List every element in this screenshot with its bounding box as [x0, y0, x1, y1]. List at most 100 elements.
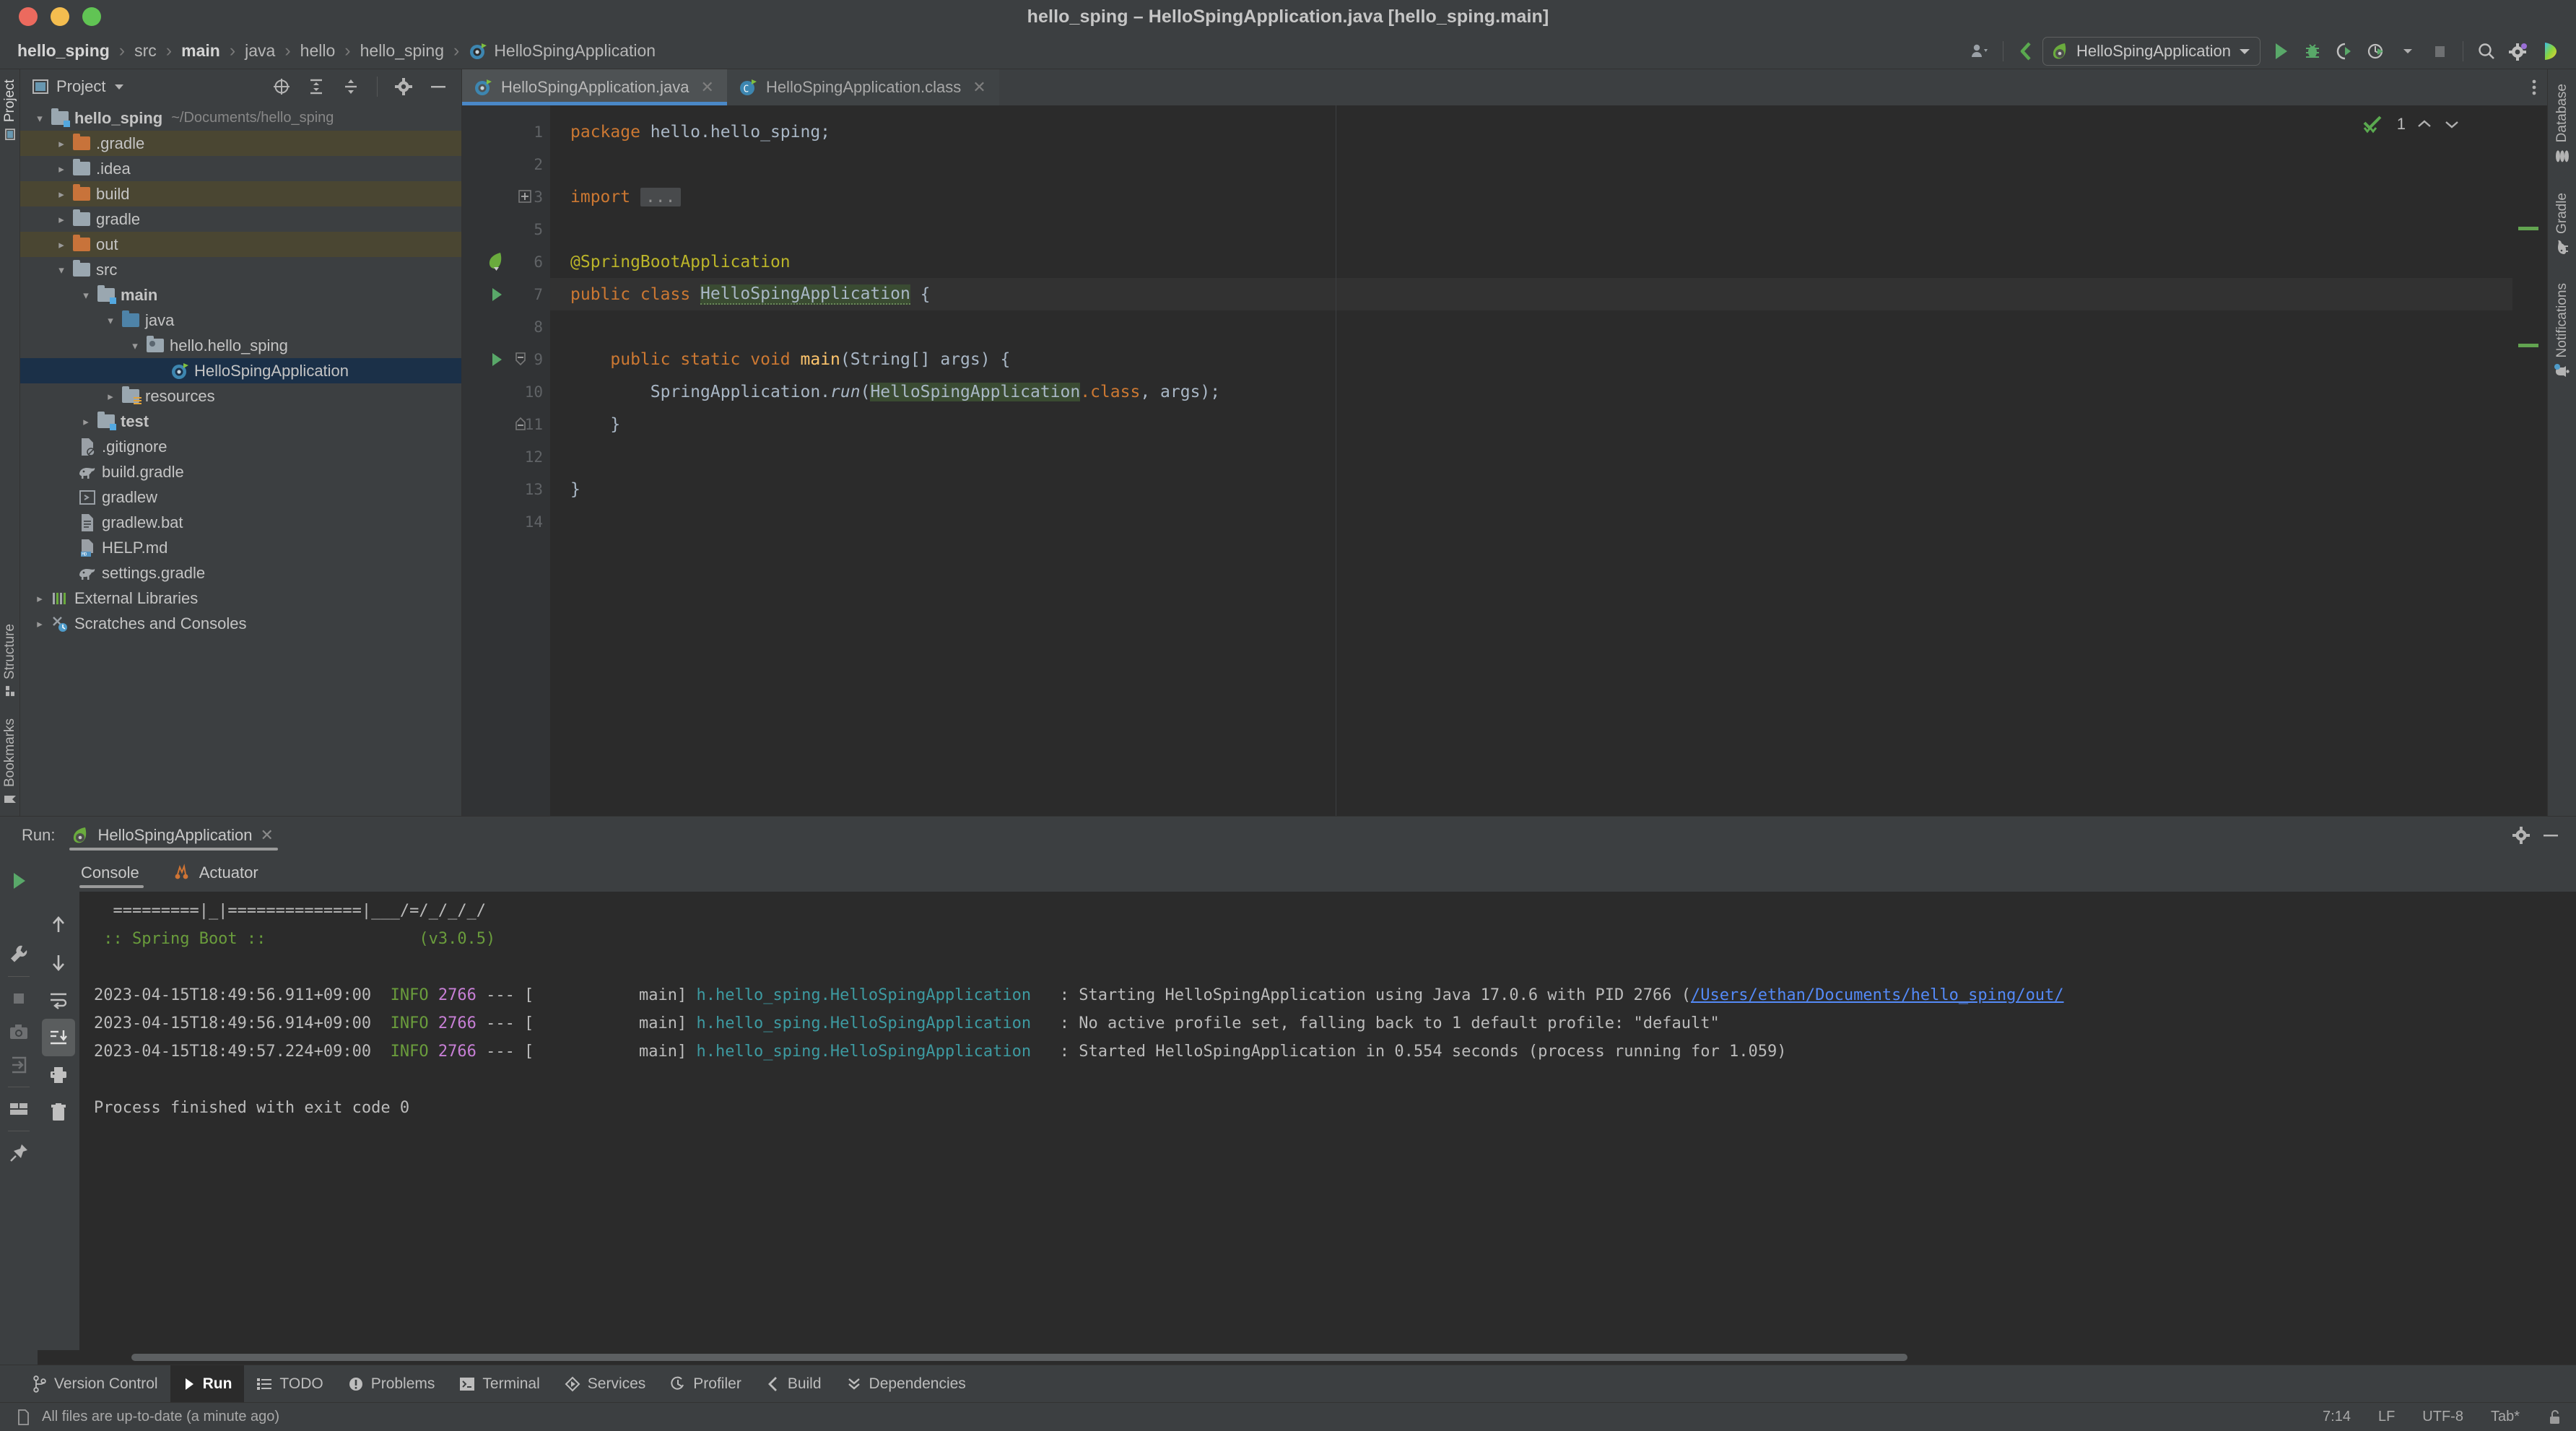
sidebar-item-database[interactable]: Database [2554, 84, 2570, 164]
settings-gear-icon[interactable] [2511, 825, 2531, 845]
indent-setting[interactable]: Tab* [2491, 1409, 2520, 1425]
tool-window-todo[interactable]: TODO [244, 1365, 335, 1403]
inspection-widget[interactable]: 1 [2362, 114, 2460, 134]
select-opened-file-icon[interactable] [266, 72, 297, 101]
pin-icon[interactable] [3, 1136, 35, 1170]
chevron-down-icon[interactable]: ▾ [101, 314, 120, 327]
scroll-to-end-icon[interactable] [42, 1019, 75, 1056]
search-icon[interactable] [2471, 37, 2502, 66]
chevron-right-icon[interactable]: ▸ [52, 213, 71, 226]
export-icon[interactable] [3, 1048, 35, 1082]
chevron-right-icon[interactable]: ▸ [30, 617, 49, 630]
tree-row-external-libraries[interactable]: ▸ External Libraries [20, 586, 461, 611]
tree-row-scratches[interactable]: ▸ Scratches and Consoles [20, 611, 461, 636]
tree-row-help-md[interactable]: MD HELP.md [20, 535, 461, 560]
chevron-right-icon[interactable]: ▸ [52, 162, 71, 175]
clear-all-icon[interactable] [42, 1094, 75, 1131]
breadcrumb-item-1[interactable]: src [133, 41, 158, 61]
rerun-icon[interactable] [3, 864, 35, 897]
stop-icon[interactable] [2424, 37, 2455, 66]
tab-actuator[interactable]: Actuator [170, 854, 264, 892]
breadcrumb-item-2[interactable]: main [180, 41, 222, 61]
chevron-right-icon[interactable]: ▸ [52, 238, 71, 251]
settings-icon[interactable] [2502, 37, 2534, 66]
tree-row-java[interactable]: ▾ java [20, 308, 461, 333]
console-link[interactable]: /Users/ethan/Documents/hello_sping/out/ [1691, 986, 2064, 1004]
breadcrumb-item-5[interactable]: hello_sping [359, 41, 445, 61]
editor-gutter[interactable]: 1 2 3 5 6 7 8 9 10 11 12 13 14 [462, 105, 550, 816]
tree-row-gradlew-bat[interactable]: gradlew.bat [20, 510, 461, 535]
updates-icon[interactable] [2011, 37, 2042, 66]
project-tree[interactable]: ▾ hello_sping ~/Documents/hello_sping ▸ … [20, 104, 461, 816]
breadcrumb-item-3[interactable]: java [243, 41, 277, 61]
account-icon[interactable] [1964, 37, 1996, 66]
print-icon[interactable] [42, 1056, 75, 1094]
tree-row-gradle-hidden[interactable]: ▸ .gradle [20, 131, 461, 156]
error-stripe[interactable] [2512, 105, 2547, 816]
stop-icon[interactable] [3, 982, 35, 1015]
fold-collapse-icon[interactable] [514, 352, 527, 366]
scrollbar-thumb[interactable] [131, 1354, 1907, 1361]
fold-expand-icon[interactable] [518, 190, 531, 203]
tree-row-gradlew[interactable]: gradlew [20, 484, 461, 510]
chevron-right-icon[interactable]: ▸ [52, 188, 71, 201]
tab-HelloSpingApplication-java[interactable]: HelloSpingApplication.java ✕ [462, 69, 727, 105]
tree-row-test[interactable]: ▸ test [20, 409, 461, 434]
chevron-down-icon[interactable]: ▾ [126, 339, 144, 352]
spring-bean-gutter-icon[interactable] [487, 251, 507, 273]
tree-row-settings-gradle[interactable]: settings.gradle [20, 560, 461, 586]
tree-row-build[interactable]: ▸ build [20, 181, 461, 206]
ai-assistant-icon[interactable] [2534, 37, 2566, 66]
scroll-down-icon[interactable] [42, 944, 75, 981]
expand-all-icon[interactable] [300, 72, 332, 101]
tool-window-profiler[interactable]: Profiler [658, 1365, 754, 1403]
chevron-down-icon[interactable] [2238, 47, 2251, 56]
folded-import-placeholder[interactable]: ... [640, 187, 681, 206]
run-gutter-icon[interactable] [489, 287, 504, 303]
wrench-icon[interactable] [3, 938, 35, 971]
tree-row-resources[interactable]: ▸ resources [20, 383, 461, 409]
tree-row-gitignore[interactable]: .gitignore [20, 434, 461, 459]
tool-window-build[interactable]: Build [754, 1365, 834, 1403]
tree-row-gradle[interactable]: ▸ gradle [20, 206, 461, 232]
close-icon[interactable]: ✕ [701, 78, 714, 97]
chevron-down-icon[interactable] [113, 82, 126, 91]
debug-icon[interactable] [2297, 37, 2328, 66]
sidebar-item-notifications[interactable]: Notifications [2554, 283, 2570, 380]
sidebar-item-gradle[interactable]: Gradle [2554, 193, 2571, 255]
breadcrumb-item-6[interactable]: HelloSpingApplication [467, 41, 657, 61]
tab-console[interactable]: Console [78, 854, 145, 892]
chevron-down-icon[interactable] [2392, 37, 2424, 66]
run-configuration-selector[interactable]: HelloSpingApplication [2042, 36, 2260, 66]
tree-row-out[interactable]: ▸ out [20, 232, 461, 257]
tree-row-package[interactable]: ▾ hello.hello_sping [20, 333, 461, 358]
chevron-right-icon[interactable]: ▸ [101, 390, 120, 403]
hide-icon[interactable] [2541, 832, 2560, 839]
tree-row-idea[interactable]: ▸ .idea [20, 156, 461, 181]
file-encoding[interactable]: UTF-8 [2422, 1409, 2463, 1425]
run-config-tab[interactable]: HelloSpingApplication ✕ [68, 817, 279, 854]
caret-position[interactable]: 7:14 [2323, 1409, 2351, 1425]
run-with-coverage-icon[interactable] [2328, 37, 2360, 66]
tree-row-build-gradle[interactable]: build.gradle [20, 459, 461, 484]
next-problem-icon[interactable] [2443, 118, 2460, 130]
sidebar-item-structure[interactable]: Structure [2, 624, 18, 697]
close-icon[interactable]: ✕ [261, 826, 274, 845]
code-text[interactable]: package hello.hello_sping; import ... @S… [550, 105, 2512, 816]
chevron-down-icon[interactable]: ▾ [77, 289, 95, 302]
stripe-mark[interactable] [2518, 344, 2538, 347]
run-gutter-icon[interactable] [489, 352, 504, 367]
hide-icon[interactable] [422, 72, 454, 101]
tree-row-HelloSpingApplication[interactable]: HelloSpingApplication [20, 358, 461, 383]
chevron-right-icon[interactable]: ▸ [77, 415, 95, 428]
tree-row-hello_sping[interactable]: ▾ hello_sping ~/Documents/hello_sping [20, 105, 461, 131]
fold-collapse-end-icon[interactable] [514, 417, 527, 431]
chevron-right-icon[interactable]: ▸ [52, 137, 71, 150]
chevron-right-icon[interactable]: ▸ [30, 592, 49, 605]
chevron-down-icon[interactable]: ▾ [30, 112, 49, 125]
line-separator[interactable]: LF [2378, 1409, 2395, 1425]
stripe-mark[interactable] [2518, 227, 2538, 230]
soft-wrap-icon[interactable] [42, 981, 75, 1019]
scroll-up-icon[interactable] [42, 906, 75, 944]
close-icon[interactable]: ✕ [972, 78, 985, 97]
